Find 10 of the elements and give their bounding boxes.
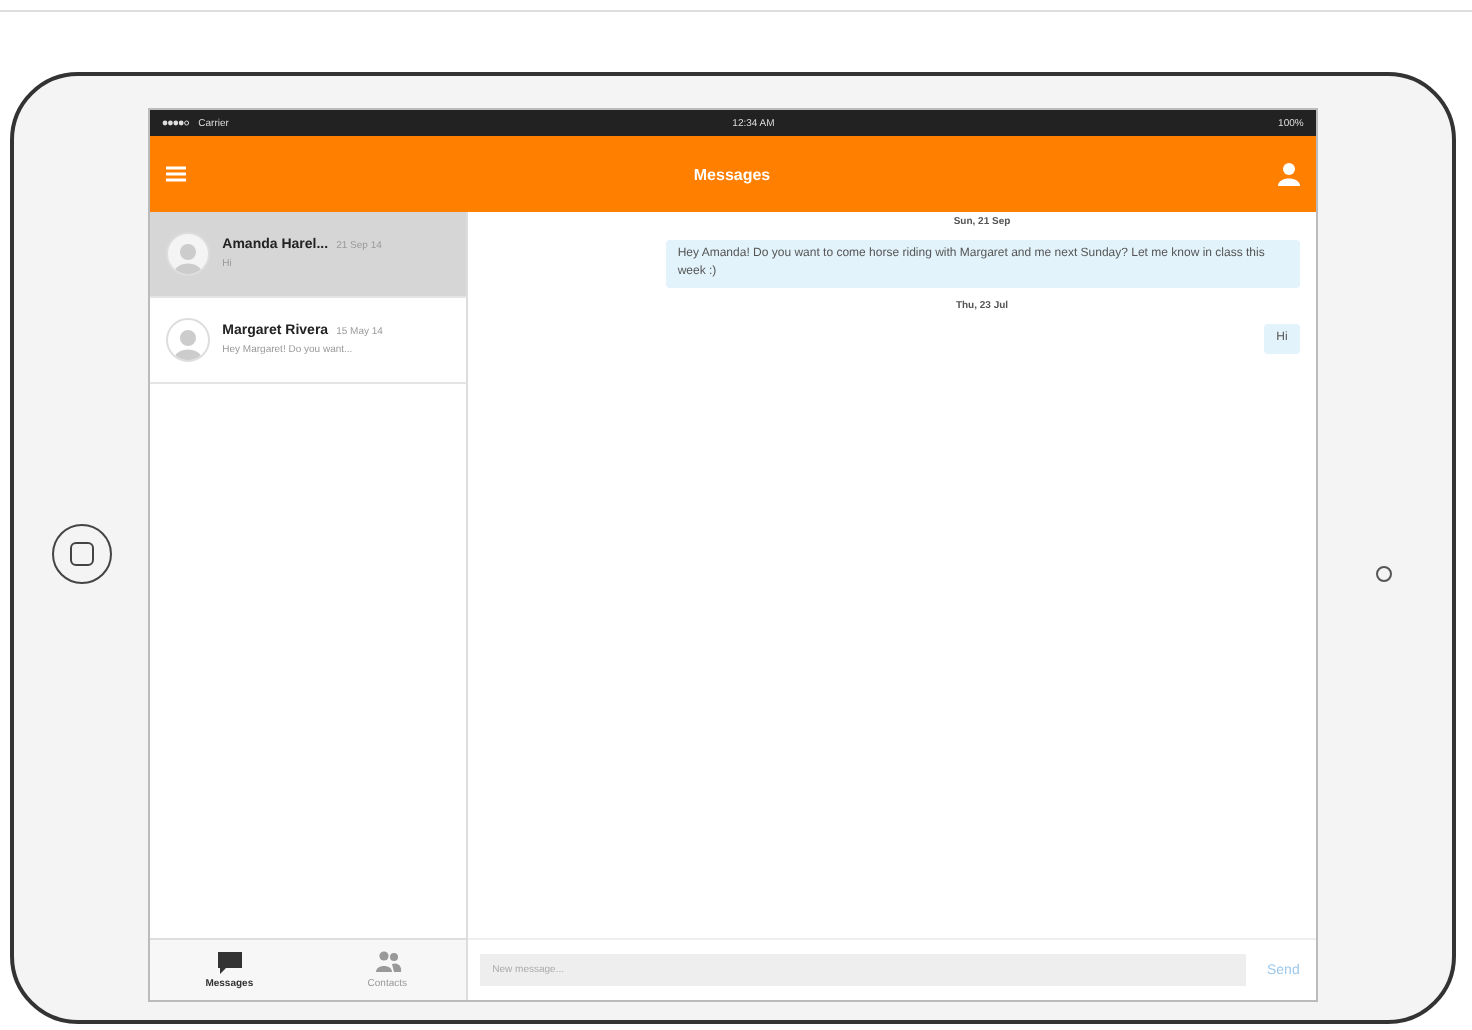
camera-icon <box>1376 566 1393 582</box>
signal-icon <box>162 119 191 125</box>
home-button[interactable] <box>51 524 112 584</box>
avatar-icon <box>166 318 211 362</box>
avatar-icon <box>166 232 211 276</box>
menu-icon[interactable] <box>166 166 187 182</box>
people-icon <box>373 950 402 974</box>
chat-bubble-icon <box>215 950 244 974</box>
person-icon[interactable] <box>1277 162 1300 186</box>
header-title: Messages <box>693 165 771 183</box>
